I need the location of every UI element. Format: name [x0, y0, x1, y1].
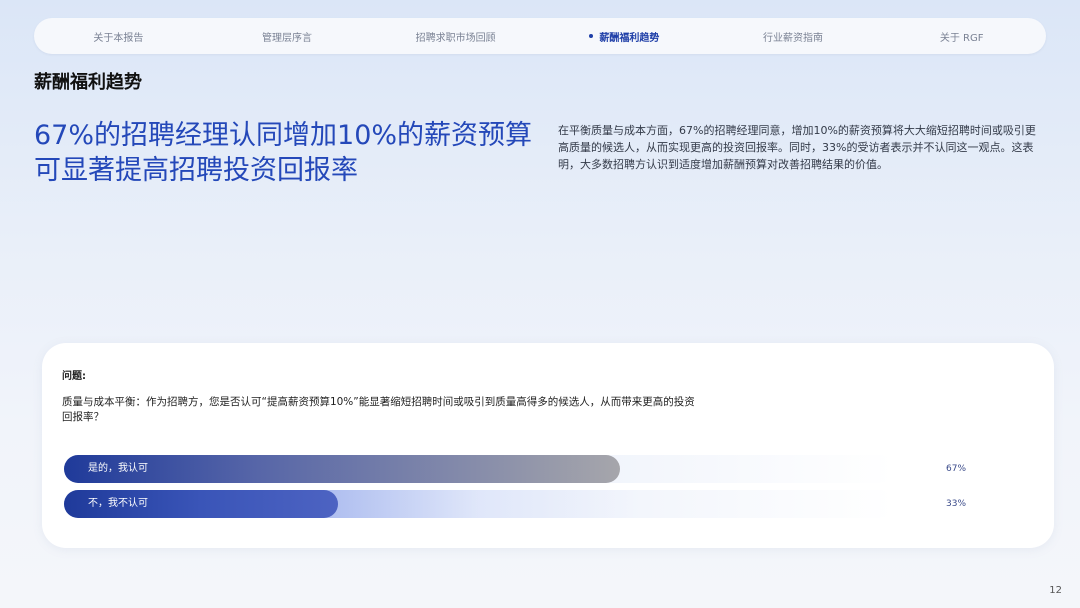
bar-label: 不，我不认可 [88, 498, 148, 509]
nav-item-salary-guide[interactable]: 行业薪资指南 [709, 29, 878, 44]
nav-item-label: 招聘求职市场回顾 [415, 32, 496, 44]
nav-item-label: 行业薪资指南 [763, 32, 824, 44]
bar-fade [318, 490, 638, 518]
nav-item-label: 薪酬福利趋势 [599, 32, 660, 44]
nav-item-market-review[interactable]: 招聘求职市场回顾 [371, 29, 540, 44]
nav-item-about-report[interactable]: 关于本报告 [34, 29, 203, 44]
page-number: 12 [1049, 585, 1062, 596]
top-navigation: 关于本报告 管理层序言 招聘求职市场回顾 薪酬福利趋势 行业薪资指南 关于 RG… [34, 18, 1046, 54]
active-dot-icon [589, 34, 594, 38]
survey-bar-row: 不，我不认可 [64, 490, 894, 518]
section-title: 薪酬福利趋势 [34, 72, 142, 93]
bar-label: 是的，我认可 [88, 463, 148, 474]
question-label: 问题: [62, 371, 86, 382]
bar-percent: 67% [946, 464, 967, 474]
nav-item-management-preface[interactable]: 管理层序言 [203, 29, 372, 44]
nav-item-label: 关于 RGF [939, 32, 984, 44]
nav-item-label: 关于本报告 [93, 32, 144, 44]
question-text: 质量与成本平衡：作为招聘方，您是否认可“提高薪资预算10%”能显著缩短招聘时间或… [62, 396, 695, 423]
bar-percent: 33% [946, 499, 967, 509]
survey-card: 问题: 质量与成本平衡：作为招聘方，您是否认可“提高薪资预算10%”能显著缩短招… [42, 343, 1054, 548]
nav-item-compensation-trends[interactable]: 薪酬福利趋势 [540, 29, 709, 44]
nav-item-label: 管理层序言 [262, 32, 312, 44]
headline: 67%的招聘经理认同增加10%的薪资预算可显著提高招聘投资回报率 [34, 120, 533, 186]
survey-bar-row: 是的，我认可 [64, 455, 894, 483]
nav-item-about-rgf[interactable]: 关于 RGF [877, 29, 1046, 44]
description-text: 在平衡质量与成本方面，67%的招聘经理同意，增加10%的薪资预算将大大缩短招聘时… [558, 124, 1036, 171]
